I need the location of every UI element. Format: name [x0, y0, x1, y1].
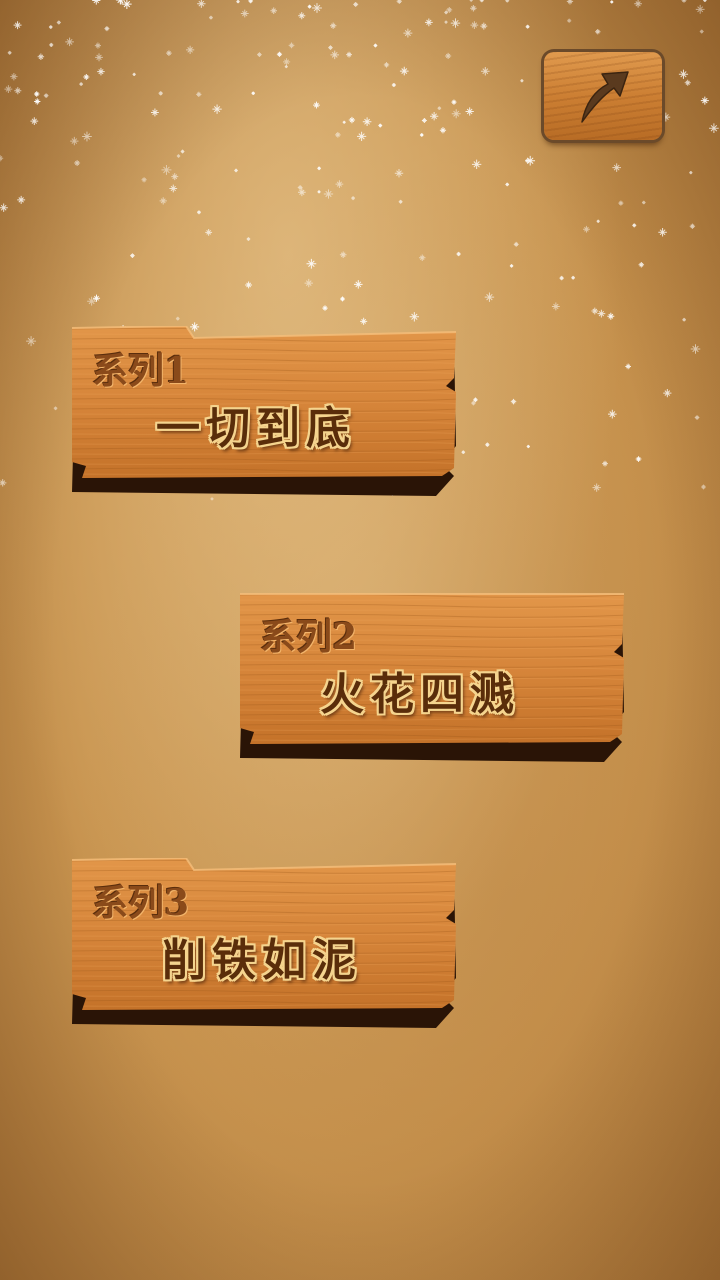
- series-label: 系列2: [260, 616, 358, 658]
- level-series-3-button[interactable]: 系列3 削铁如泥: [70, 858, 460, 1028]
- level-title: 火花四溅: [320, 669, 520, 720]
- series-label: 系列1: [92, 350, 190, 392]
- level-title: 削铁如泥: [162, 935, 362, 986]
- series-label: 系列3: [92, 882, 190, 924]
- back-arrow-icon: [581, 71, 629, 123]
- back-button[interactable]: [544, 52, 662, 140]
- level-series-1-button[interactable]: 系列1 一切到底: [70, 326, 460, 496]
- level-title: 一切到底: [156, 403, 356, 454]
- level-series-2-button[interactable]: 系列2 火花四溅: [238, 592, 628, 762]
